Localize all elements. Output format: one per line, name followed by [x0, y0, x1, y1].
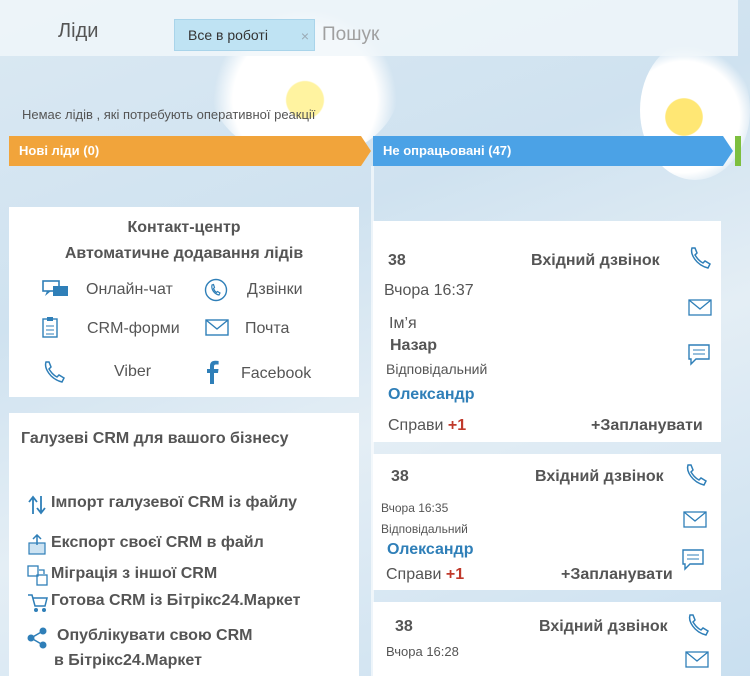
lead-card[interactable]: 38 Вхідний дзвінок Вчора 16:28 [373, 602, 721, 676]
channel-label: Почта [245, 320, 290, 337]
plan-activity-button[interactable]: +Запланувати [561, 566, 673, 584]
channel-facebook[interactable]: Facebook [204, 359, 354, 387]
lead-responsible-link[interactable]: Олександр [387, 541, 473, 559]
filter-tag[interactable]: Все в роботі × [174, 19, 315, 51]
close-icon[interactable]: × [301, 28, 309, 44]
import-arrows-icon [28, 495, 46, 515]
export-box-icon [28, 534, 46, 555]
chat-icon [42, 280, 68, 296]
industry-crm-panel: Галузеві CRM для вашого бізнесу Імпорт г… [9, 413, 359, 676]
contact-center-subtitle: Автоматичне додавання лідів [64, 245, 304, 262]
channel-viber[interactable]: Viber [41, 359, 201, 387]
lead-card[interactable]: 38 Вхідний дзвінок Вчора 16:35 Відповіда… [373, 454, 721, 590]
lead-id: 38 [388, 252, 406, 269]
lead-tasks-label: Справи [386, 566, 442, 583]
mail-icon[interactable] [688, 298, 712, 318]
lead-time: Вчора 16:28 [386, 644, 459, 659]
notice-text: Немає лідів , які потребують оперативної… [22, 107, 316, 122]
stage-next-indicator[interactable] [735, 136, 741, 166]
lead-responsible-label: Відповідальний [381, 522, 468, 536]
lead-source-type: Вхідний дзвінок [539, 618, 668, 635]
lead-tasks-count: +1 [445, 566, 465, 583]
lead-tasks: Справи +1 [388, 417, 466, 435]
lead-tasks-count: +1 [447, 417, 467, 434]
lead-id: 38 [391, 468, 409, 485]
contact-center-panel: Контакт-центр Автоматичне додавання ліді… [9, 207, 359, 397]
stage-not-processed[interactable]: Не опрацьовані (47) [373, 136, 733, 166]
plan-activity-button[interactable]: +Запланувати [591, 417, 703, 435]
channel-label: Дзвінки [247, 281, 303, 298]
channel-calls[interactable]: Дзвінки [204, 277, 354, 305]
channel-label: Viber [114, 363, 152, 380]
industry-item-label: Міграція з іншої CRM [51, 565, 218, 582]
lead-name: Назар [390, 337, 438, 354]
channel-label: Онлайн-чат [86, 281, 173, 298]
lead-responsible-link[interactable]: Олександр [388, 386, 474, 404]
lead-responsible-label: Відповідальний [386, 361, 488, 377]
form-icon [42, 317, 58, 338]
lead-time: Вчора 16:35 [381, 501, 449, 515]
industry-item-label: Готова CRM із Бітрікс24.Маркет [51, 592, 301, 609]
industry-crm-title: Галузеві CRM для вашого бізнесу [21, 430, 289, 447]
contact-center-title: Контакт-центр [127, 219, 241, 236]
migrate-icon [27, 565, 48, 586]
channel-crm-forms[interactable]: CRM-форми [41, 316, 201, 344]
channel-label: Facebook [241, 365, 312, 382]
mail-icon[interactable] [685, 650, 709, 670]
industry-item-label-second-line: в Бітрікс24.Маркет [54, 652, 202, 669]
mail-icon[interactable] [683, 510, 707, 530]
phone-icon[interactable] [685, 612, 711, 638]
lead-name-label: Ім’я [389, 315, 417, 332]
channel-mail[interactable]: Почта [204, 316, 354, 344]
industry-item-label: Експорт своєї CRM в файл [51, 534, 264, 551]
market-cart-icon [28, 594, 48, 612]
comment-icon[interactable] [687, 343, 711, 367]
facebook-icon [207, 360, 219, 384]
phone-icon[interactable] [687, 245, 713, 271]
share-icon [27, 627, 47, 649]
industry-item-label: Імпорт галузевої CRM із файлу [51, 494, 298, 511]
lead-card[interactable]: 38 Вхідний дзвінок Вчора 16:37 Ім’я Наза… [373, 221, 721, 442]
filter-tag-label: Все в роботі [188, 27, 268, 43]
page-title: Ліди [58, 20, 99, 42]
lead-source-type: Вхідний дзвінок [531, 252, 660, 269]
phone-icon [44, 361, 65, 383]
lead-tasks: Справи +1 [386, 566, 464, 584]
phone-circle-icon [204, 278, 228, 302]
mail-icon [205, 319, 229, 336]
comment-icon[interactable] [681, 548, 705, 572]
lead-id: 38 [395, 618, 413, 635]
lead-source-type: Вхідний дзвінок [535, 468, 664, 485]
industry-item-label: Опублікувати свою CRM [57, 627, 253, 644]
stage-new-leads[interactable]: Нові ліди (0) [9, 136, 371, 166]
lead-time: Вчора 16:37 [384, 282, 474, 299]
channel-label: CRM-форми [87, 320, 180, 337]
phone-icon[interactable] [683, 462, 709, 488]
search-input[interactable] [320, 18, 724, 52]
channel-online-chat[interactable]: Онлайн-чат [41, 277, 201, 305]
lead-tasks-label: Справи [388, 417, 444, 434]
